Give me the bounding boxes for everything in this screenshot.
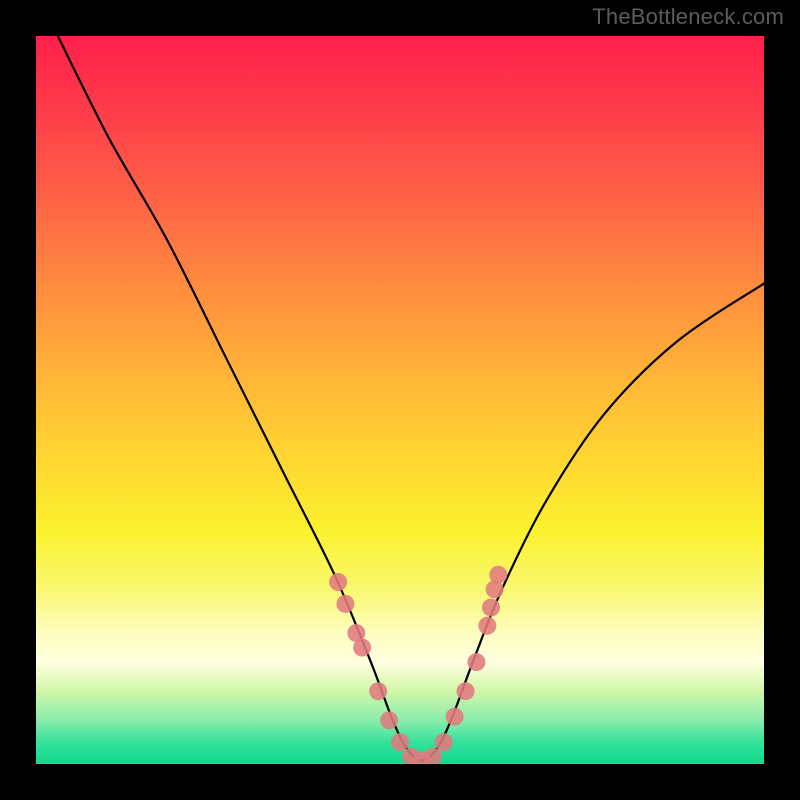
data-marker xyxy=(478,617,496,635)
markers-group xyxy=(329,566,507,764)
data-marker xyxy=(336,595,354,613)
plot-area xyxy=(36,36,764,764)
data-marker xyxy=(446,708,464,726)
data-marker xyxy=(467,653,485,671)
attribution-text: TheBottleneck.com xyxy=(592,4,784,30)
data-marker xyxy=(353,639,371,657)
data-marker xyxy=(369,682,387,700)
bottleneck-curve xyxy=(58,36,764,760)
data-marker xyxy=(329,573,347,591)
data-marker xyxy=(457,682,475,700)
data-marker xyxy=(435,733,453,751)
chart-container: TheBottleneck.com xyxy=(0,0,800,800)
curve-svg xyxy=(36,36,764,764)
data-marker xyxy=(391,733,409,751)
data-marker xyxy=(424,748,442,764)
data-marker xyxy=(489,566,507,584)
data-marker xyxy=(482,598,500,616)
data-marker xyxy=(380,711,398,729)
